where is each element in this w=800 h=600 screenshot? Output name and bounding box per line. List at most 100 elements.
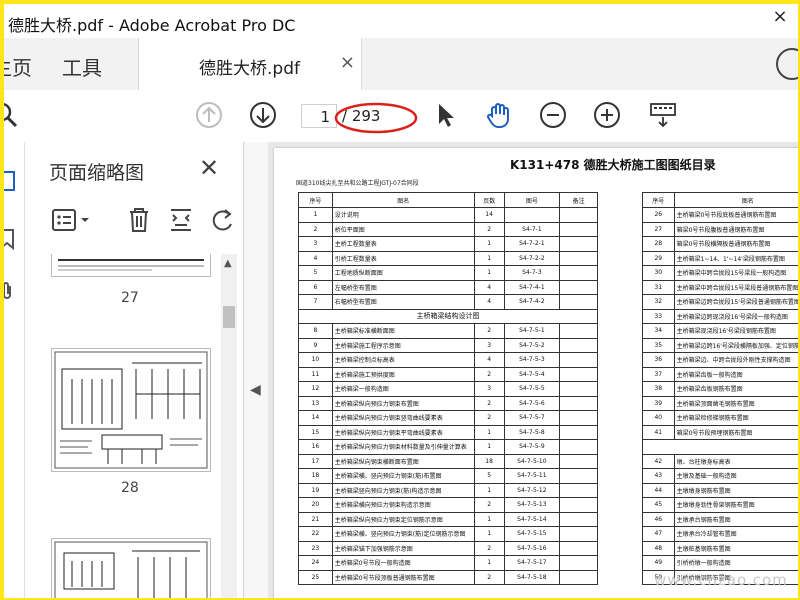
tab-home[interactable]: 主页	[4, 52, 32, 81]
toc-cell-name: 主桥箱梁0号节段底板普通钢筋布置图	[673, 207, 798, 223]
toc-cell-seq: 11	[298, 366, 333, 382]
toc-cell-pages: 1	[473, 511, 505, 527]
toc-cell-number: S4-7-5-1	[503, 323, 561, 339]
toc-cell-pages: 1	[473, 526, 505, 542]
toc-row: 20 主桥箱梁横向预应力钢束构造示意图 2 S4-7-5-13	[298, 497, 598, 513]
thumbnail-preview	[54, 541, 208, 598]
tab-document[interactable]: 德胜大桥.pdf ×	[138, 38, 362, 90]
red-annotation-ellipse	[334, 102, 418, 134]
toc-cell-pages: 1	[473, 555, 505, 571]
toc-cell-name: 主桥箱梁齿板一般构造图	[673, 366, 798, 382]
toc-cell-name: 主墩墩身劲性骨架钢筋布置图	[673, 497, 798, 513]
thumbnail-page-29[interactable]	[51, 538, 211, 598]
thumbnail-scrollbar[interactable]: ▲	[221, 254, 237, 598]
toc-cell-remark	[559, 468, 598, 484]
zoom-out-icon[interactable]	[538, 100, 568, 130]
header-name: 图名	[673, 192, 798, 208]
toc-cell-seq: 6	[298, 279, 333, 295]
toc-cell-remark	[559, 424, 598, 440]
toc-cell-seq: 27	[642, 221, 675, 237]
toc-row: 34 主桥箱梁现浇段16'号梁段钢筋布置图	[642, 323, 798, 339]
prev-page-icon[interactable]	[194, 100, 224, 130]
collapse-arrow-icon[interactable]: ◀	[250, 382, 261, 398]
toc-row: 9 主桥箱梁施工程序示意图 3 S4-7-5-2	[298, 337, 598, 353]
toc-cell-seq: 3	[298, 236, 333, 252]
toc-row: 27 箱梁0号节段腹板普通钢筋布置图	[642, 221, 798, 237]
toc-cell-number: S4-7-5-12	[503, 482, 561, 498]
panel-close-button[interactable]: ✕	[199, 154, 219, 182]
toc-row: 45 主墩墩身劲性骨架钢筋布置图	[642, 497, 798, 513]
toc-cell-pages: 2	[473, 569, 505, 585]
toc-cell-name: 主桥箱梁1~14、1'~14'梁段钢筋布置图	[673, 250, 798, 266]
document-tab-close-button[interactable]: ×	[340, 52, 355, 73]
toc-row: 14 主桥箱梁纵向预应力钢束竖弯曲线要素表 2 S4-7-5-7	[298, 410, 598, 426]
toc-cell-pages: 1	[473, 265, 505, 281]
toc-cell-remark	[559, 236, 598, 252]
toc-cell-name: 主桥箱梁一般构造图	[331, 381, 475, 397]
select-cursor-icon[interactable]	[430, 100, 460, 130]
toc-cell-seq: 1	[298, 207, 333, 223]
attachments-icon[interactable]	[4, 280, 16, 302]
delete-page-icon[interactable]	[125, 206, 153, 234]
search-icon[interactable]	[4, 100, 22, 130]
panel-title: 页面缩略图	[49, 162, 145, 184]
toc-cell-seq: 25	[298, 569, 333, 585]
toc-cell-seq: 38	[642, 381, 675, 397]
toc-cell-name: 主桥箱梁控制点标高表	[331, 352, 475, 368]
toc-cell-name: 主桥箱梁施工预拱度图	[331, 366, 475, 382]
toc-cell-seq: 45	[642, 497, 675, 513]
toc-cell-pages: 2	[473, 366, 505, 382]
hand-tool-icon[interactable]	[484, 100, 514, 130]
thumbnail-page-28[interactable]	[51, 348, 211, 472]
toc-cell-name: 主桥箱梁顶面凿毛钢筋布置图	[673, 395, 798, 411]
window-close-button[interactable]: ×	[770, 6, 790, 28]
header-seq: 序号	[642, 192, 675, 208]
toc-cell-name: 主墩承台钢筋布置图	[673, 511, 798, 527]
toc-cell-name: 左幅桥型布置图	[331, 279, 475, 295]
toc-cell-remark	[559, 323, 598, 339]
toc-cell-seq: 9	[298, 337, 333, 353]
scroll-up-icon[interactable]: ▲	[224, 258, 232, 269]
toc-cell-seq: 7	[298, 294, 333, 310]
toc-cell-seq: 30	[642, 265, 675, 281]
account-icon[interactable]	[776, 48, 798, 80]
thumbnail-options-icon[interactable]	[51, 206, 95, 234]
extract-pages-icon[interactable]	[167, 206, 195, 234]
toc-cell-name: 桥位平面图	[331, 221, 475, 237]
rotate-page-icon[interactable]	[209, 206, 237, 234]
toc-cell-seq: 46	[642, 511, 675, 527]
toc-row: 8 主桥箱梁标准横断面图 2 S4-7-5-1	[298, 323, 598, 339]
thumbnail-label: 28	[121, 480, 139, 496]
toc-cell-pages: 2	[473, 323, 505, 339]
toc-row: 38 主桥箱梁齿板钢筋布置图	[642, 381, 798, 397]
toc-cell-name: 主桥箱梁中跨合拢段15号梁段普通钢筋布置图	[673, 279, 798, 295]
header-remark: 备注	[559, 192, 598, 208]
toc-cell-remark	[559, 250, 598, 266]
next-page-icon[interactable]	[248, 100, 278, 130]
toc-cell-name: 箱梁0号节段预埋钢筋布置图	[673, 424, 798, 440]
toc-cell-remark	[559, 482, 598, 498]
thumbnail-page-27[interactable]	[51, 254, 211, 277]
toc-cell-number: S4-7-5-3	[503, 352, 561, 368]
page-number-input[interactable]: 1	[301, 104, 337, 128]
toc-cell-name: 主桥箱梁标准横断面图	[331, 323, 475, 339]
panel-collapse-handle[interactable]: ◀	[244, 142, 268, 598]
toc-cell-name: 主桥箱梁竖向预应力钢束(筋)构造示意图	[331, 482, 475, 498]
document-tab-label: 德胜大桥.pdf	[199, 59, 300, 79]
toc-section-row: 主桥箱梁结构设计图	[298, 308, 598, 324]
tab-tools[interactable]: 工具	[62, 52, 102, 81]
toc-cell-name: 主桥箱梁纵向预应力钢束竖弯曲线要素表	[331, 410, 475, 426]
toc-row: 7 右幅桥型布置图 4 S4-7-4-2	[298, 294, 598, 310]
toc-cell-number: S4-7-5-4	[503, 366, 561, 382]
toc-cell-remark	[559, 511, 598, 527]
keyboard-icon[interactable]	[648, 100, 678, 130]
toc-cell-seq: 19	[298, 482, 333, 498]
bookmarks-icon[interactable]	[4, 228, 16, 250]
page-thumbnails-icon[interactable]	[4, 170, 16, 192]
toc-row: 15 主桥箱梁纵向预应力钢束平弯曲线要素表 1 S4-7-5-8	[298, 424, 598, 440]
toc-cell-seq: 32	[642, 294, 675, 310]
zoom-in-icon[interactable]	[592, 100, 622, 130]
scrollbar-thumb[interactable]	[223, 306, 235, 328]
toc-cell-name: 主桥箱梁0号节段顶板普通钢筋布置图	[331, 569, 475, 585]
toc-cell-name: 箱梁0号节段腹板普通钢筋布置图	[673, 221, 798, 237]
